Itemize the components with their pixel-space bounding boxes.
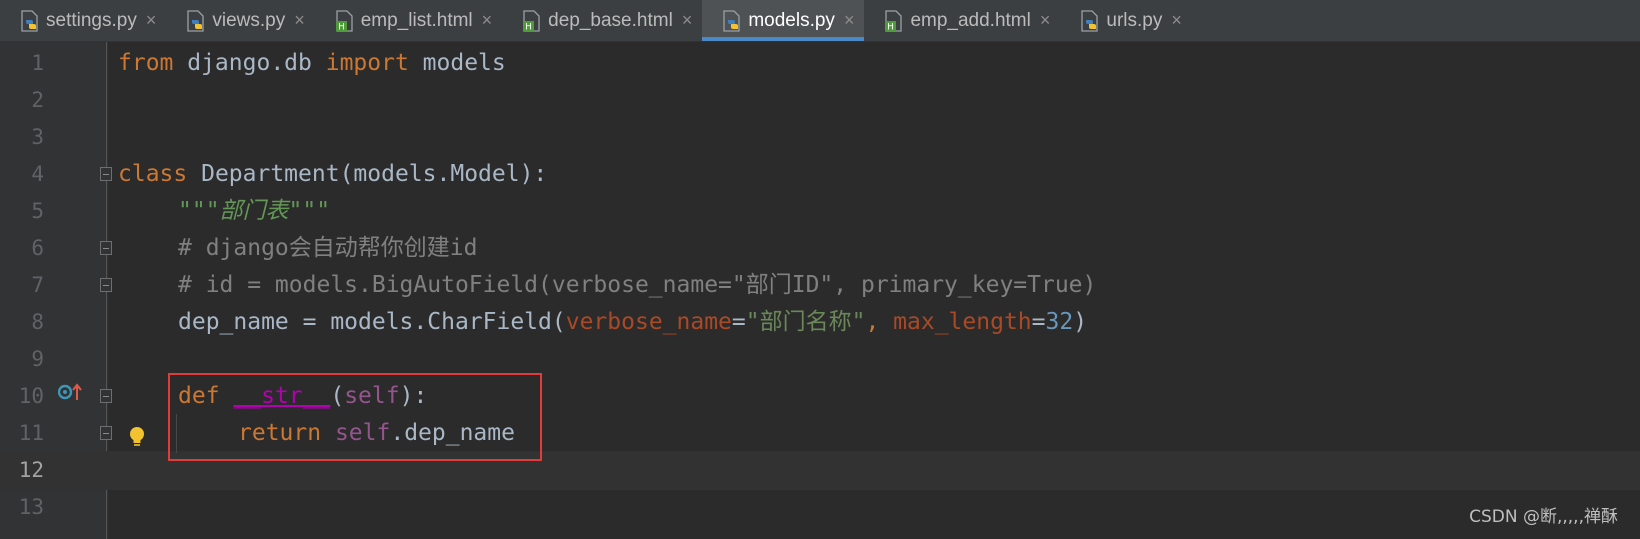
equals: = (731, 309, 746, 335)
tab-label: urls.py (1106, 9, 1163, 31)
line-number: 6 (31, 236, 44, 260)
code-line-4[interactable]: 4 class Department(models.Model): (0, 155, 1640, 194)
close-icon[interactable]: × (844, 10, 855, 31)
tab-settings-py[interactable]: settings.py × (0, 0, 166, 41)
line-number: 13 (18, 495, 44, 519)
code-text: # id = models.BigAutoField(verbose_name=… (178, 266, 1096, 305)
overrides-method-icon[interactable] (58, 382, 84, 402)
assignment: dep_name = models.CharField( (178, 309, 566, 335)
watermark: CSDN @断,,,,,禅酥 (1469, 507, 1618, 527)
python-file-icon (1081, 9, 1099, 32)
highlight-annotation-box (168, 373, 542, 461)
tab-label: views.py (212, 9, 286, 31)
lightbulb-icon[interactable] (127, 425, 147, 449)
close-icon[interactable]: × (1040, 10, 1051, 31)
fold-toggle-icon[interactable] (100, 426, 112, 440)
code-line-6[interactable]: 6 # django会自动帮你创建id (0, 229, 1640, 268)
close-icon[interactable]: × (482, 10, 493, 31)
line-number: 12 (18, 458, 44, 482)
docstring: """部门表""" (178, 198, 331, 224)
tab-views-py[interactable]: views.py × (166, 0, 314, 41)
fold-toggle-icon[interactable] (100, 278, 112, 292)
fold-toggle-icon[interactable] (100, 241, 112, 255)
line-number: 5 (31, 199, 44, 223)
tab-label: settings.py (46, 9, 137, 31)
tab-label: emp_list.html (360, 9, 473, 31)
equals: = (1031, 309, 1046, 335)
python-file-icon (21, 9, 38, 32)
keyword-import: import (325, 50, 409, 76)
param-max-length: max_length (893, 309, 1032, 335)
comment: # id = models.BigAutoField(verbose_name=… (178, 272, 1097, 298)
code-line-8[interactable]: 8 dep_name = models.CharField(verbose_na… (0, 303, 1640, 342)
html-file-icon: H (885, 9, 903, 32)
html-file-icon: H (523, 9, 540, 32)
tab-label: dep_base.html (548, 9, 673, 31)
tab-urls-py[interactable]: urls.py × (1060, 0, 1191, 41)
keyword-from: from (118, 50, 174, 76)
code-line-13[interactable]: 13 (0, 488, 1640, 527)
code-line-5[interactable]: 5 """部门表""" (0, 192, 1640, 231)
tab-dep-base-html[interactable]: Hdep_base.html × (502, 0, 702, 41)
fold-toggle-icon[interactable] (100, 389, 112, 403)
html-file-icon: H (335, 9, 353, 32)
line-number: 10 (18, 384, 44, 408)
code-line-1[interactable]: 1 from django.db import models (0, 44, 1640, 83)
line-number: 1 (31, 51, 44, 75)
code-text: from django.db import models (118, 44, 506, 83)
keyword-class: class (118, 161, 188, 187)
code-editor[interactable]: 1 from django.db import models 2 3 4 cla… (0, 42, 1640, 539)
svg-text:H: H (338, 22, 345, 32)
number-literal: 32 (1045, 309, 1074, 335)
import-name: models (408, 50, 506, 76)
code-text: class Department(models.Model): (118, 155, 547, 194)
tab-emp-add-html[interactable]: Hemp_add.html × (864, 0, 1060, 41)
tab-label: models.py (748, 9, 835, 31)
string-literal: "部门名称" (745, 309, 866, 335)
fold-toggle-icon[interactable] (100, 167, 112, 181)
code-line-3[interactable]: 3 (0, 118, 1640, 157)
code-line-2[interactable]: 2 (0, 81, 1640, 120)
tab-label: emp_add.html (910, 9, 1031, 31)
class-declaration: Department(models.Model): (187, 161, 548, 187)
line-number: 7 (31, 273, 44, 297)
code-line-7[interactable]: 7 # id = models.BigAutoField(verbose_nam… (0, 266, 1640, 305)
close-icon[interactable]: × (682, 10, 693, 31)
line-number: 3 (31, 125, 44, 149)
close-paren: ) (1073, 309, 1088, 335)
param-verbose-name: verbose_name (565, 309, 732, 335)
editor-tab-bar: settings.py × views.py × Hemp_list.html × Hdep… (0, 0, 1640, 42)
line-number: 9 (31, 347, 44, 371)
close-icon[interactable]: × (294, 10, 305, 31)
svg-text:H: H (525, 22, 532, 32)
comma: , (865, 309, 894, 335)
svg-text:H: H (888, 22, 895, 32)
line-number: 4 (31, 162, 44, 186)
module-name: django.db (173, 50, 326, 76)
close-icon[interactable]: × (146, 10, 157, 31)
python-file-icon (723, 9, 740, 32)
code-text: # django会自动帮你创建id (178, 229, 477, 268)
tab-emp-list-html[interactable]: Hemp_list.html × (315, 0, 502, 41)
line-number: 2 (31, 88, 44, 112)
line-number: 11 (18, 421, 44, 445)
comment: # django会自动帮你创建id (178, 235, 478, 261)
close-icon[interactable]: × (1171, 10, 1182, 31)
code-text: dep_name = models.CharField(verbose_name… (178, 303, 1087, 342)
line-number: 8 (31, 310, 44, 334)
code-text: """部门表""" (178, 192, 330, 231)
tab-models-py[interactable]: models.py × (702, 0, 865, 41)
python-file-icon (187, 9, 204, 32)
